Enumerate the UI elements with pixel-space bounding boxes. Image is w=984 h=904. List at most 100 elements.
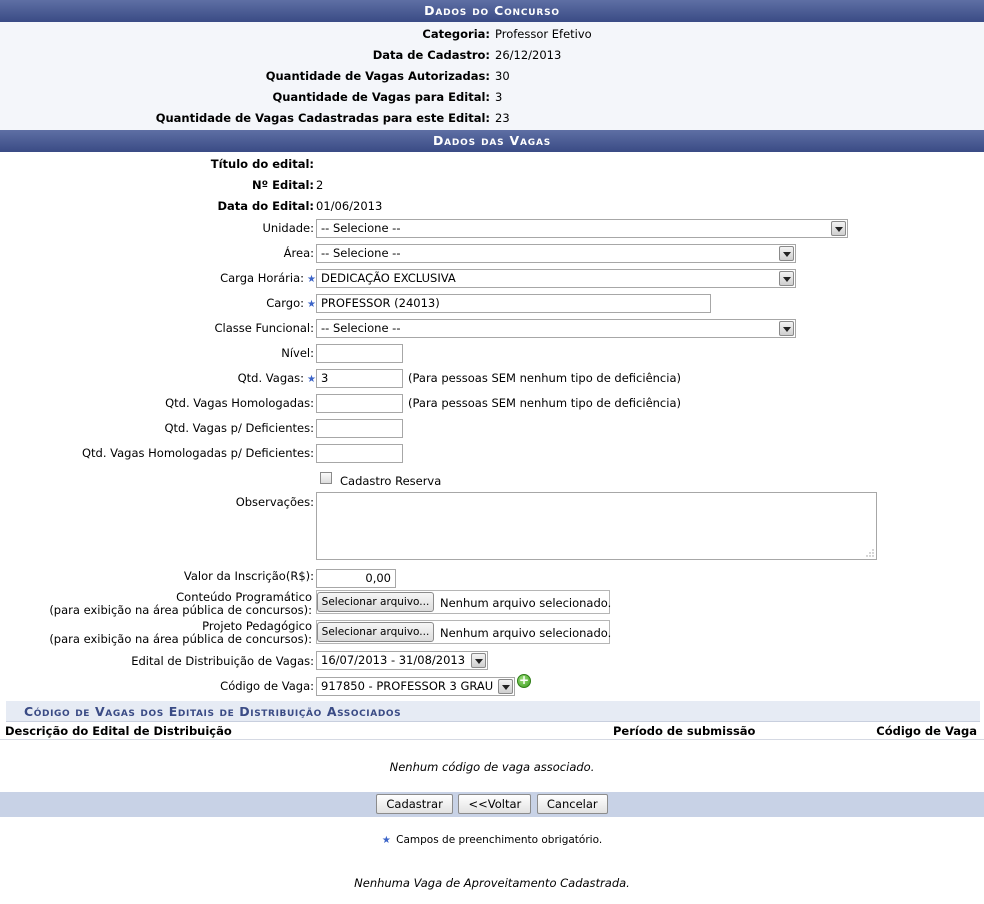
reserva-row: Cadastro Reserva: [0, 466, 984, 492]
distrib-select-value: 16/07/2013 - 31/08/2013: [321, 653, 466, 667]
vagas-edital-row: Quantidade de Vagas para Edital: 3: [0, 86, 984, 107]
projeto-label: Projeto Pedagógico: [202, 619, 312, 633]
required-note: ★ Campos de preenchimento obrigatório.: [0, 834, 984, 846]
cadastrar-button[interactable]: Cadastrar: [376, 794, 453, 814]
numero-label: Nº Edital:: [252, 178, 314, 192]
col-codigo: Código de Vaga: [876, 724, 977, 738]
vagas-form: Título do edital: Nº Edital: 2 Data do E…: [0, 152, 984, 701]
carga-label-wrap: Carga Horária: ★: [0, 271, 316, 285]
chevron-down-icon: [831, 221, 846, 236]
qtd-label-wrap: Qtd. Vagas: ★: [0, 371, 316, 385]
codigo-label: Código de Vaga:: [220, 679, 314, 693]
concurso-panel: Categoria: Professor Efetivo Data de Cad…: [0, 22, 984, 130]
projeto-row: Projeto Pedagógico (para exibição na áre…: [0, 620, 984, 649]
titulo-label: Título do edital:: [210, 157, 314, 171]
qtd-def-label: Qtd. Vagas p/ Deficientes:: [164, 421, 314, 435]
vagas-header: Dados das Vagas: [0, 130, 984, 152]
numero-value: 2: [316, 178, 324, 192]
distrib-select[interactable]: 16/07/2013 - 31/08/2013: [316, 651, 488, 670]
area-select-value: -- Selecione --: [321, 246, 401, 260]
reserva-label: Cadastro Reserva: [340, 474, 442, 488]
chevron-down-icon: [779, 271, 794, 286]
data-edital-value: 01/06/2013: [316, 199, 383, 213]
categoria-value: Professor Efetivo: [495, 27, 592, 41]
codigo-select[interactable]: 917850 - PROFESSOR 3 GRAU: [316, 677, 515, 696]
required-star-icon: ★: [307, 374, 316, 385]
codigo-select-value: 917850 - PROFESSOR 3 GRAU: [321, 679, 494, 693]
valor-label: Valor da Inscrição(R$):: [183, 569, 314, 583]
qtd-input[interactable]: 3: [316, 369, 403, 388]
chevron-down-icon: [779, 321, 794, 336]
unidade-select-value: -- Selecione --: [321, 221, 401, 235]
required-star-icon: ★: [307, 274, 316, 285]
reserva-checkbox[interactable]: [320, 472, 332, 484]
distrib-row: Edital de Distribuição de Vagas: 16/07/2…: [0, 649, 984, 674]
conteudo-file-button[interactable]: Selecionar arquivo...: [317, 592, 434, 612]
vagas-autorizadas-row: Quantidade de Vagas Autorizadas: 30: [0, 65, 984, 86]
classe-row: Classe Funcional: -- Selecione --: [0, 316, 984, 341]
categoria-label: Categoria:: [422, 27, 490, 41]
data-edital-label: Data do Edital:: [217, 199, 314, 213]
obs-row: Observações:: [0, 492, 984, 566]
col-descricao: Descrição do Edital de Distribuição: [5, 724, 232, 738]
classe-select[interactable]: -- Selecione --: [316, 319, 796, 338]
conteudo-label: Conteúdo Programático: [176, 590, 312, 604]
unidade-select[interactable]: -- Selecione --: [316, 219, 848, 238]
vagas-cadastradas-value: 23: [495, 111, 510, 125]
data-edital-row: Data do Edital: 01/06/2013: [0, 195, 984, 216]
titulo-row: Título do edital:: [0, 153, 984, 174]
projeto-file-button[interactable]: Selecionar arquivo...: [317, 622, 434, 642]
data-cadastro-row: Data de Cadastro: 26/12/2013: [0, 44, 984, 65]
qtd-hom-def-input[interactable]: [316, 444, 403, 463]
obs-textarea[interactable]: [316, 492, 877, 560]
projeto-sublabel: (para exibição na área pública de concur…: [49, 632, 312, 646]
vagas-cadastradas-label: Quantidade de Vagas Cadastradas para est…: [155, 111, 490, 125]
qtd-hom-label: Qtd. Vagas Homologadas:: [165, 396, 314, 410]
area-row: Área: -- Selecione --: [0, 241, 984, 266]
add-icon[interactable]: +: [517, 674, 531, 688]
qtd-hom-hint: (Para pessoas SEM nenhum tipo de deficiê…: [408, 396, 681, 410]
projeto-file-status: Nenhum arquivo selecionado.: [440, 626, 612, 640]
classe-select-value: -- Selecione --: [321, 321, 401, 335]
conteudo-row: Conteúdo Programático (para exibição na …: [0, 589, 984, 620]
cargo-input[interactable]: PROFESSOR (24013): [316, 294, 711, 313]
projeto-label-wrap: Projeto Pedagógico (para exibição na áre…: [0, 620, 312, 646]
valor-input[interactable]: 0,00: [316, 569, 396, 588]
numero-row: Nº Edital: 2: [0, 174, 984, 195]
carga-select[interactable]: DEDICAÇÃO EXCLUSIVA: [316, 269, 796, 288]
voltar-button[interactable]: <<Voltar: [458, 794, 532, 814]
resize-grip-icon[interactable]: [866, 549, 874, 557]
concurso-header: Dados do Concurso: [0, 0, 984, 22]
qtd-hom-def-label: Qtd. Vagas Homologadas p/ Deficientes:: [81, 446, 314, 460]
associados-table-header: Descrição do Edital de Distribuição Perí…: [0, 722, 984, 740]
button-bar: Cadastrar <<Voltar Cancelar: [0, 792, 984, 817]
codigo-row: Código de Vaga: 917850 - PROFESSOR 3 GRA…: [0, 674, 984, 701]
col-periodo: Período de submissão: [613, 724, 756, 738]
qtd-def-row: Qtd. Vagas p/ Deficientes:: [0, 416, 984, 441]
associados-empty: Nenhum código de vaga associado.: [389, 760, 595, 774]
conteudo-label-wrap: Conteúdo Programático (para exibição na …: [0, 591, 312, 617]
required-note-text: Campos de preenchimento obrigatório.: [396, 834, 603, 846]
data-cadastro-label: Data de Cadastro:: [372, 48, 490, 62]
nivel-row: Nível:: [0, 341, 984, 366]
required-star-icon: ★: [381, 835, 391, 846]
cargo-label-wrap: Cargo: ★: [0, 296, 316, 310]
cancelar-button[interactable]: Cancelar: [536, 794, 608, 814]
classe-label: Classe Funcional:: [214, 321, 314, 335]
valor-row: Valor da Inscrição(R$): 0,00: [0, 566, 984, 589]
qtd-hom-row: Qtd. Vagas Homologadas: (Para pessoas SE…: [0, 391, 984, 416]
chevron-down-icon: [471, 653, 486, 668]
aproveitamento-note: Nenhuma Vaga de Aproveitamento Cadastrad…: [354, 876, 630, 890]
qtd-def-input[interactable]: [316, 419, 403, 438]
vagas-cadastradas-row: Quantidade de Vagas Cadastradas para est…: [0, 107, 984, 128]
chevron-down-icon: [498, 679, 513, 694]
associados-title: Código de Vagas dos Editais de Distribui…: [6, 701, 980, 722]
categoria-row: Categoria: Professor Efetivo: [0, 23, 984, 44]
vagas-autorizadas-label: Quantidade de Vagas Autorizadas:: [265, 69, 490, 83]
nivel-input[interactable]: [316, 344, 403, 363]
area-select[interactable]: -- Selecione --: [316, 244, 796, 263]
vagas-edital-value: 3: [495, 90, 503, 104]
qtd-hom-input[interactable]: [316, 394, 403, 413]
nivel-label: Nível:: [281, 346, 314, 360]
carga-label: Carga Horária:: [220, 271, 305, 285]
